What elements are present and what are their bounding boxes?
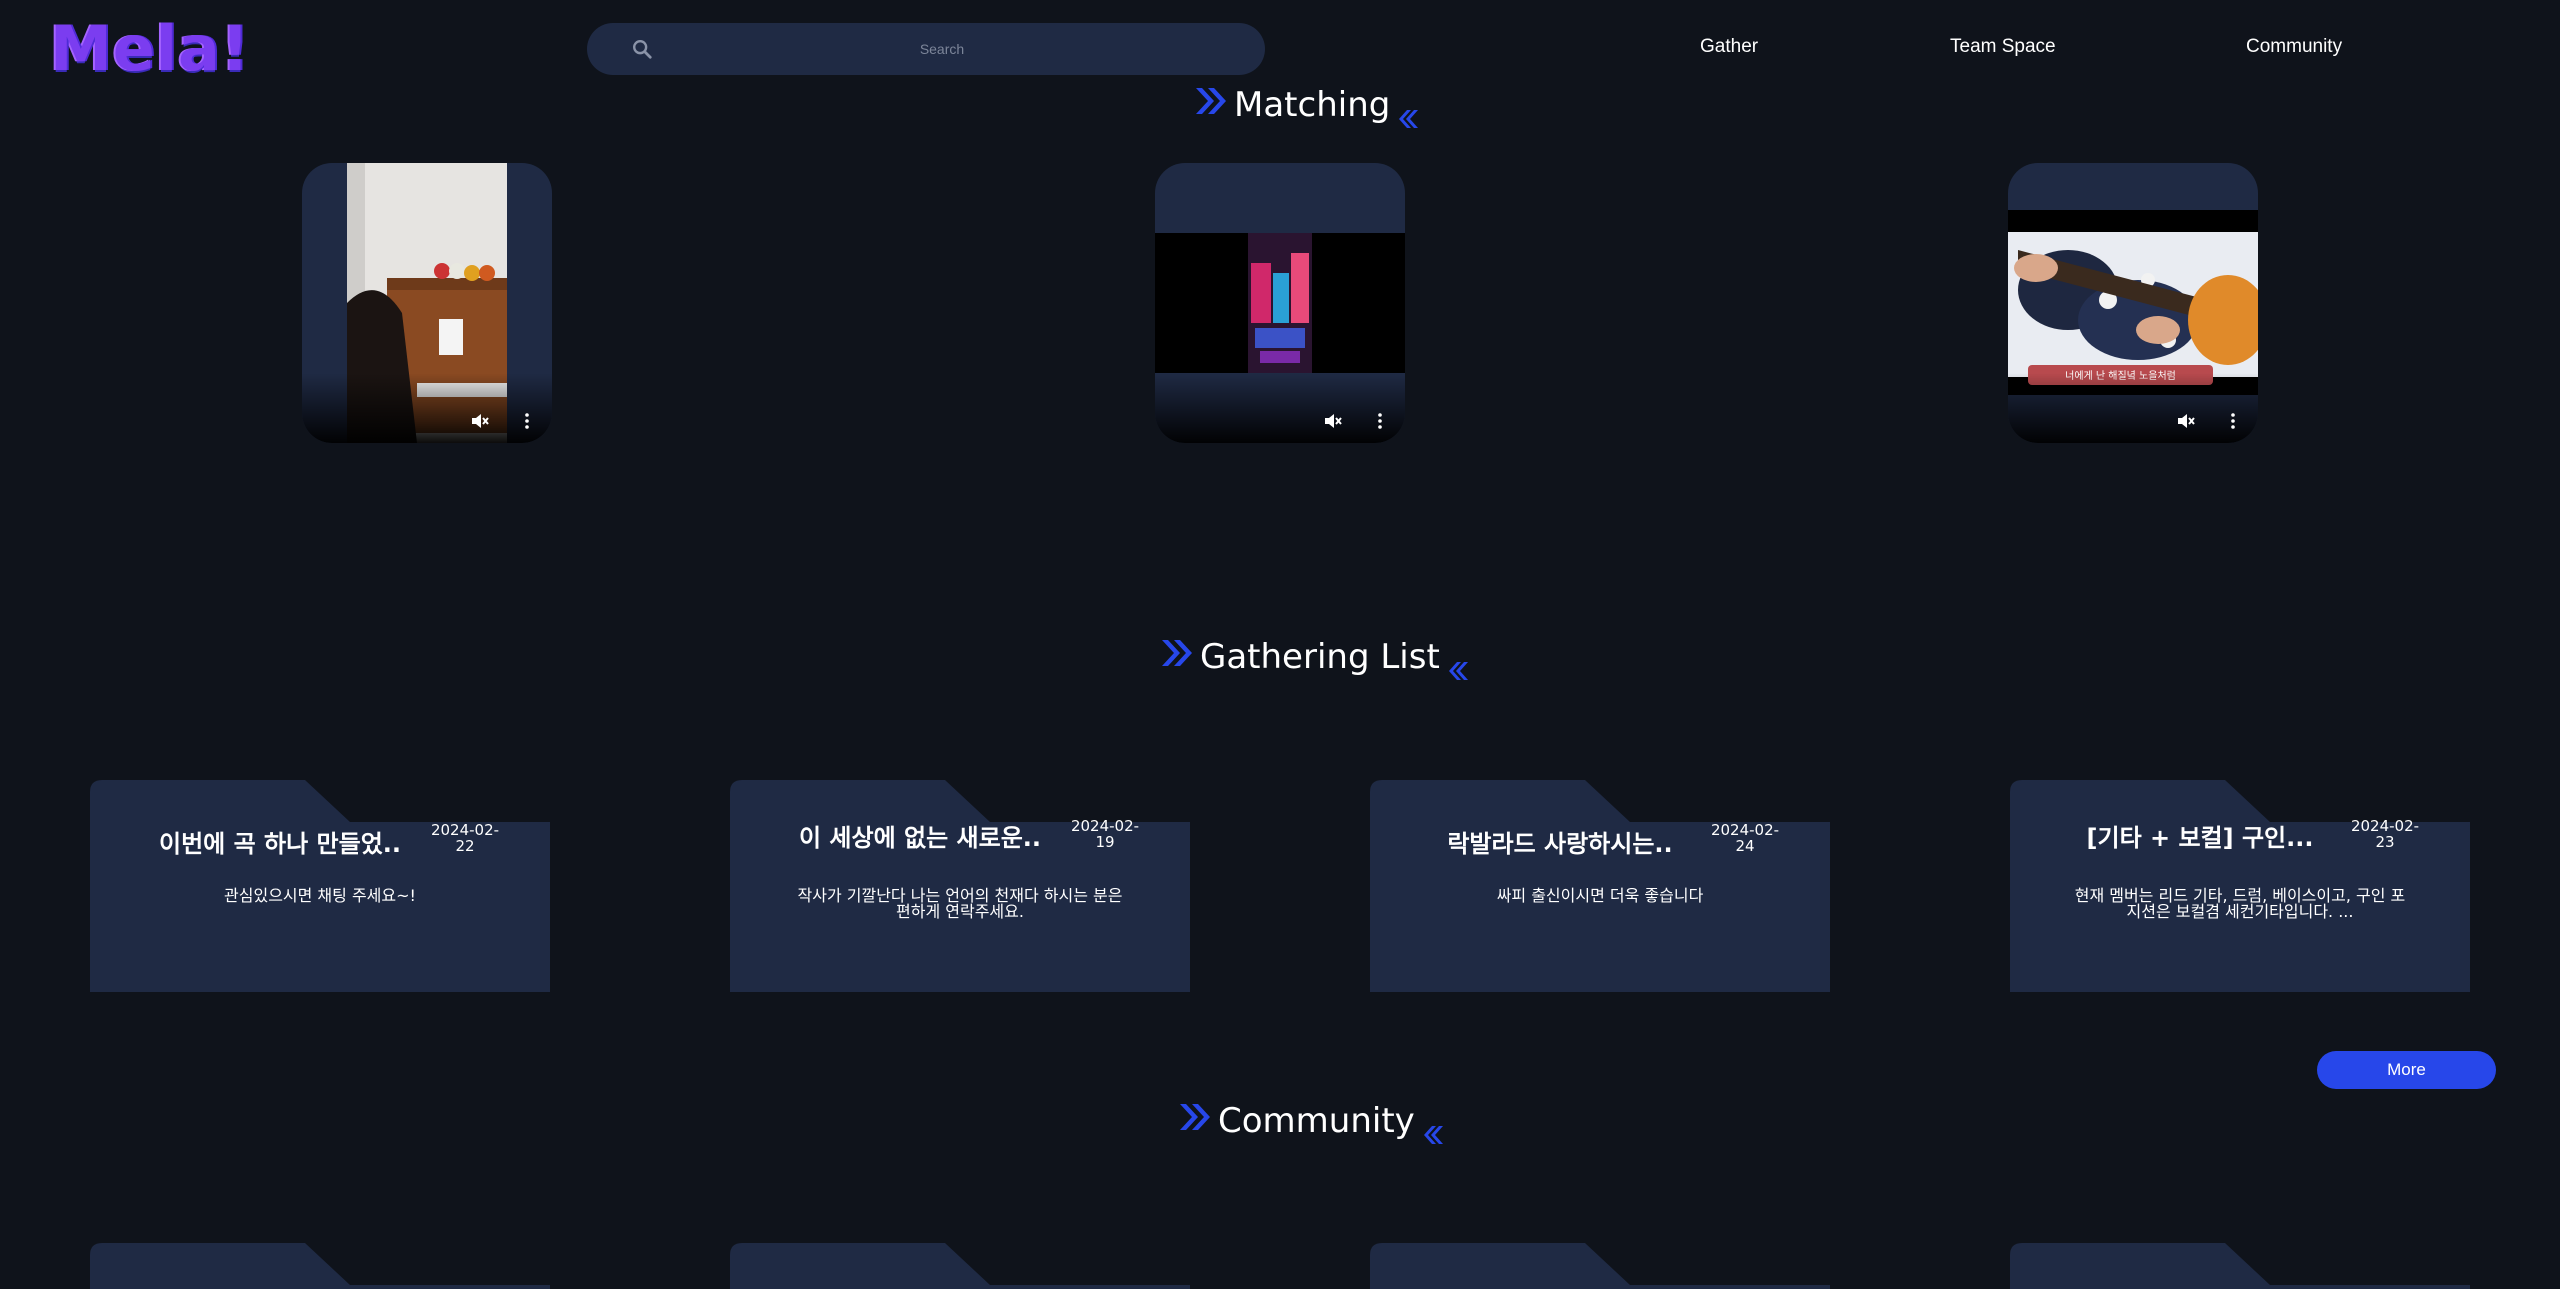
gathering-card[interactable]: 이 세상에 없는 새로운.. 2024-02-19 작사가 기깔난다 나는 언어… [730, 780, 1190, 992]
double-chevron-right-icon [1196, 88, 1226, 114]
gathering-date: 2024-02-24 [1710, 821, 1780, 855]
gathering-title: 이 세상에 없는 새로운.. [798, 824, 1042, 852]
gathering-date: 2024-02-23 [2350, 817, 2420, 851]
gathering-card[interactable]: 락발라드 사랑하시는.. 2024-02-24 싸피 출신이시면 더욱 좋습니다 [1370, 780, 1830, 992]
more-vertical-icon[interactable] [2223, 411, 2243, 431]
double-chevron-left-icon [1423, 1126, 1443, 1144]
community-card[interactable] [2010, 1243, 2470, 1289]
search-input[interactable] [667, 23, 1217, 75]
double-chevron-left-icon [1399, 110, 1419, 128]
video-thumbnail-city-night [1155, 233, 1405, 373]
folder-shape [1370, 1243, 1830, 1289]
gathering-description: 현재 멤버는 리드 기타, 드럼, 베이스이고, 구인 포지션은 보컬겸 세컨기… [2074, 886, 2406, 921]
section-title-matching: Matching [1194, 82, 1419, 130]
folder-shape [90, 1243, 550, 1289]
video-card[interactable]: 너에게 난 해질녘 노을처럼 [2008, 163, 2258, 443]
folder-shape [2010, 1243, 2470, 1289]
gathering-description: 관심있으시면 채팅 주세요~! [224, 886, 416, 905]
section-title-label: Community [1218, 1101, 1415, 1141]
volume-mute-icon[interactable] [1323, 411, 1343, 431]
section-title-gathering-list: Gathering List [1160, 634, 1468, 682]
video-frame[interactable]: 너에게 난 해질녘 노을처럼 [2008, 210, 2258, 395]
more-button[interactable]: More [2317, 1051, 2496, 1089]
section-title-label: Matching [1234, 85, 1391, 125]
more-vertical-icon[interactable] [1370, 411, 1390, 431]
video-card[interactable] [1155, 163, 1405, 443]
double-chevron-right-icon [1162, 640, 1192, 666]
community-card[interactable] [730, 1243, 1190, 1289]
section-title-community: Community [1178, 1098, 1443, 1146]
gathering-title: [기타 + 보컬] 구인... [2086, 824, 2314, 852]
nav-gather[interactable]: Gather [1700, 36, 1758, 58]
nav-community[interactable]: Community [2246, 36, 2342, 58]
more-vertical-icon[interactable] [517, 411, 537, 431]
gathering-date: 2024-02-22 [430, 821, 500, 855]
video-controls [2008, 373, 2258, 443]
gathering-date: 2024-02-19 [1070, 817, 1140, 851]
gathering-description: 작사가 기깔난다 나는 언어의 천재다 하시는 분은 편하게 연락주세요. [797, 886, 1123, 921]
gathering-description: 싸피 출신이시면 더욱 좋습니다 [1496, 886, 1704, 905]
video-controls [302, 373, 552, 443]
nav-team-space[interactable]: Team Space [1950, 36, 2056, 58]
search-icon [633, 40, 652, 59]
double-chevron-right-icon [1180, 1104, 1210, 1130]
community-card[interactable] [1370, 1243, 1830, 1289]
volume-mute-icon[interactable] [2176, 411, 2196, 431]
page: Mela! Gather Team Space Community Matchi… [0, 0, 2560, 1289]
gathering-title: 락발라드 사랑하시는.. [1447, 830, 1673, 858]
community-card[interactable] [90, 1243, 550, 1289]
double-chevron-left-icon [1448, 662, 1468, 680]
gathering-title: 이번에 곡 하나 만들었.. [158, 830, 402, 858]
folder-shape [730, 1243, 1190, 1289]
search-bar[interactable] [587, 23, 1265, 75]
logo[interactable]: Mela! [50, 14, 250, 84]
volume-mute-icon[interactable] [470, 411, 490, 431]
video-card[interactable] [302, 163, 552, 443]
video-controls [1155, 373, 1405, 443]
gathering-card[interactable]: 이번에 곡 하나 만들었.. 2024-02-22 관심있으시면 채팅 주세요~… [90, 780, 550, 992]
section-title-label: Gathering List [1200, 637, 1440, 677]
video-frame[interactable] [1155, 233, 1405, 373]
gathering-card[interactable]: [기타 + 보컬] 구인... 2024-02-23 현재 멤버는 리드 기타,… [2010, 780, 2470, 992]
